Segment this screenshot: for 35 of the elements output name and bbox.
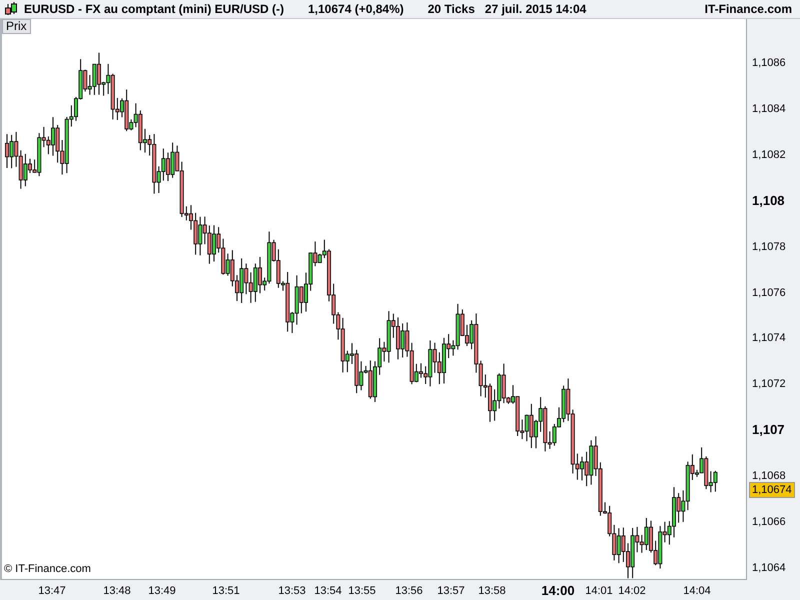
copyright-text: © IT-Finance.com [4, 563, 91, 575]
last-price-badge: 1,10674 [749, 482, 795, 498]
y-axis-label: 1,1086 [752, 56, 786, 71]
x-axis-label: 14:00 [541, 583, 575, 598]
x-axis-label: 14:02 [618, 585, 646, 597]
y-axis-label: 1,1076 [752, 286, 786, 300]
interval-text: 20 Ticks [428, 2, 475, 16]
x-axis-label: 13:47 [38, 585, 66, 597]
x-axis-label: 13:53 [278, 585, 306, 597]
brand-text: IT-Finance.com [704, 2, 792, 16]
candlestick-icon [4, 2, 18, 16]
chart-tab[interactable]: Prix [2, 19, 31, 34]
x-axis-label: 14:01 [585, 585, 613, 597]
x-axis-label: 14:04 [683, 585, 711, 597]
instrument-title: EURUSD - FX au comptant (mini) EUR/USD (-) [24, 2, 284, 16]
x-axis-label: 13:48 [103, 585, 131, 597]
quote-text: 1,10674 (+0,84%) [308, 2, 404, 16]
x-axis-label: 13:55 [348, 585, 376, 597]
y-axis-label: 1,108 [752, 192, 785, 209]
y-axis-label: 1,1068 [752, 469, 786, 484]
x-axis-label: 13:49 [148, 585, 176, 597]
y-axis-label: 1,1066 [752, 515, 786, 530]
y-axis-label: 1,1072 [752, 377, 786, 392]
y-axis-label: 1,1084 [752, 102, 786, 117]
datetime-text: 27 juil. 2015 14:04 [484, 2, 586, 16]
x-axis-label: 13:51 [212, 585, 240, 597]
x-axis-label: 13:56 [395, 585, 423, 597]
y-axis-label: 1,1064 [752, 560, 786, 576]
y-axis-label: 1,1074 [752, 331, 786, 346]
y-axis-label: 1,1078 [752, 240, 786, 255]
x-axis-label: 13:54 [314, 585, 342, 597]
x-axis-label: 13:58 [478, 585, 506, 597]
y-axis-label: 1,1082 [752, 148, 786, 163]
y-axis-label: 1,107 [752, 422, 785, 438]
x-axis-label: 13:57 [437, 585, 465, 597]
